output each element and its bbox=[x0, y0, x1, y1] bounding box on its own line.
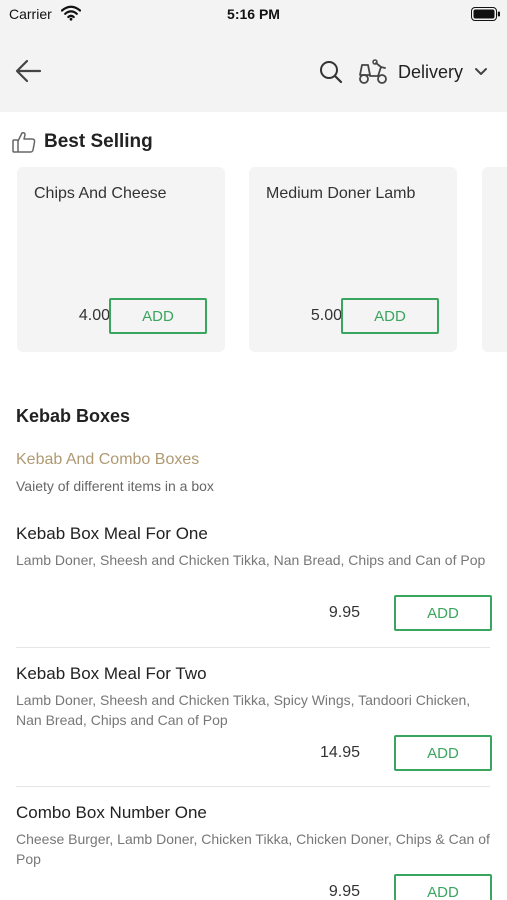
nav-bar: Delivery bbox=[0, 30, 507, 112]
item-description: Lamb Doner, Sheesh and Chicken Tikka, Sp… bbox=[16, 692, 471, 728]
category-description: Vaiety of different items in a box bbox=[16, 478, 214, 494]
item-price: 14.95 bbox=[319, 744, 360, 761]
best-selling-title: Best Selling bbox=[44, 131, 153, 152]
item-description: Lamb Doner, Sheesh and Chicken Tikka, Na… bbox=[16, 552, 486, 568]
chevron-down-icon[interactable] bbox=[474, 66, 488, 78]
add-button[interactable]: ADD bbox=[341, 298, 439, 334]
card-item-name: Chips And Cheese bbox=[34, 185, 167, 202]
item-price: 9.95 bbox=[328, 604, 360, 621]
back-arrow-icon[interactable] bbox=[12, 56, 44, 86]
card-item-price: 4.00 bbox=[78, 307, 110, 324]
divider bbox=[16, 786, 490, 787]
item-name: Combo Box Number One bbox=[16, 803, 207, 822]
delivery-scooter-icon bbox=[359, 59, 387, 84]
best-selling-card-peek[interactable] bbox=[482, 167, 507, 352]
add-button[interactable]: ADD bbox=[394, 595, 492, 631]
item-description: Cheese Burger, Lamb Doner, Chicken Tikka… bbox=[16, 831, 490, 867]
add-button[interactable]: ADD bbox=[394, 874, 492, 900]
add-button[interactable]: ADD bbox=[109, 298, 207, 334]
divider bbox=[16, 647, 490, 648]
item-price: 9.95 bbox=[328, 883, 360, 900]
status-bar: Carrier 5:16 PM bbox=[0, 0, 507, 30]
best-selling-card[interactable]: Medium Doner Lamb 5.00 ADD bbox=[249, 167, 457, 352]
battery-icon bbox=[471, 7, 500, 21]
search-icon[interactable] bbox=[318, 59, 344, 85]
card-item-name: Medium Doner Lamb bbox=[266, 185, 416, 202]
card-item-price: 5.00 bbox=[310, 307, 342, 324]
item-name: Kebab Box Meal For One bbox=[16, 524, 208, 543]
item-name: Kebab Box Meal For Two bbox=[16, 664, 207, 683]
category-title: Kebab And Combo Boxes bbox=[16, 451, 200, 468]
thumbs-up-icon bbox=[12, 132, 36, 153]
clock: 5:16 PM bbox=[227, 6, 280, 22]
best-selling-card[interactable]: Chips And Cheese 4.00 ADD bbox=[17, 167, 225, 352]
delivery-mode-selector[interactable]: Delivery bbox=[398, 62, 463, 83]
section-title: Kebab Boxes bbox=[16, 406, 131, 426]
add-button[interactable]: ADD bbox=[394, 735, 492, 771]
